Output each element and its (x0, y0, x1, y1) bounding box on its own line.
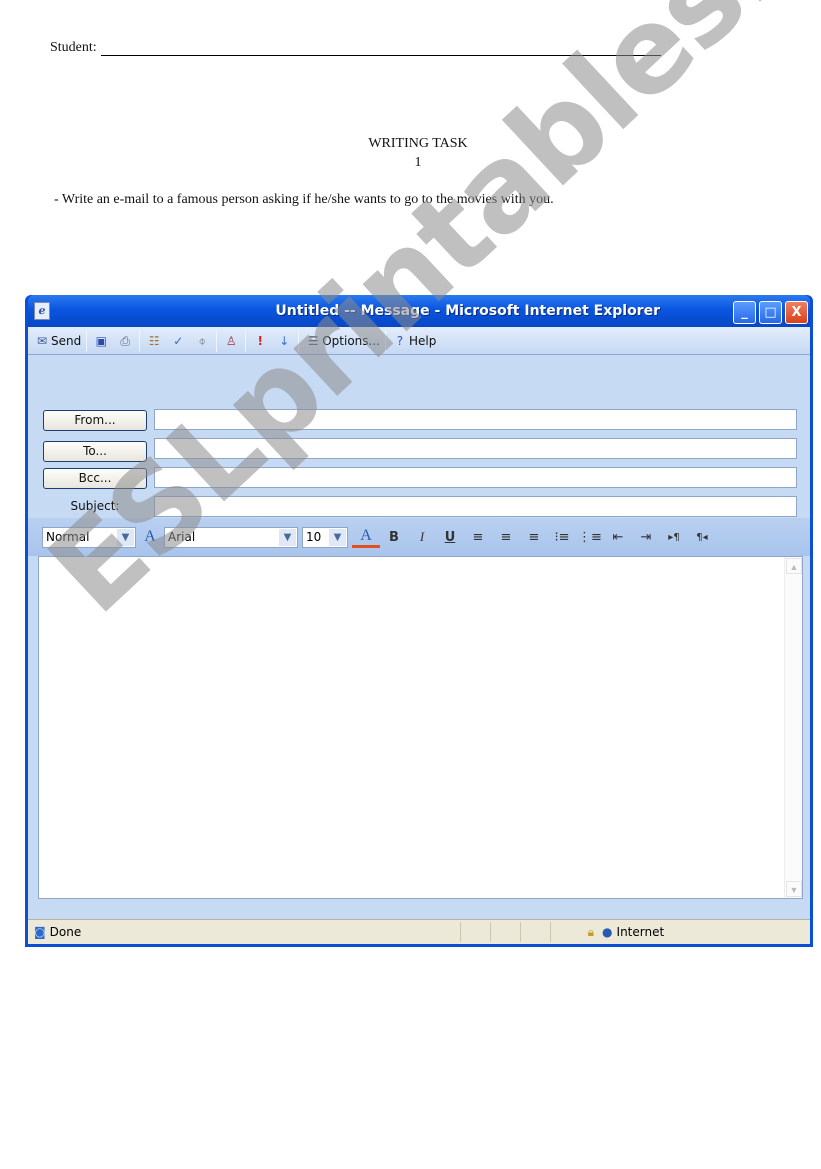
bcc-button[interactable]: Bcc... (43, 468, 147, 489)
help-button[interactable]: ? Help (388, 329, 439, 353)
subject-field[interactable] (154, 496, 797, 517)
task-instruction: - Write an e-mail to a famous person ask… (54, 192, 554, 207)
options-button[interactable]: ☰ Options... (301, 329, 383, 353)
subject-label: Subject: (70, 499, 120, 513)
chevron-down-icon[interactable]: ▼ (279, 528, 296, 546)
align-center-icon[interactable]: ≡ (492, 530, 520, 545)
spellcheck-button[interactable]: ✓ (166, 329, 190, 353)
send-button[interactable]: ✉ Send (30, 329, 84, 353)
task-heading: WRITING TASK 1 (0, 134, 821, 172)
help-icon: ? (396, 333, 404, 348)
toolbar-separator (298, 329, 300, 352)
window-title: Untitled -- Message - Microsoft Internet… (275, 303, 660, 319)
page-icon: ◙ (34, 925, 46, 939)
chevron-down-icon[interactable]: ▼ (329, 528, 346, 546)
options-icon: ☰ (307, 333, 319, 348)
font-value: Arial (168, 530, 196, 544)
scroll-up-icon[interactable]: ▲ (786, 558, 802, 574)
size-value: 10 (306, 530, 322, 544)
address-book-icon: ☷ (148, 333, 160, 348)
ltr-paragraph-icon[interactable]: ▸¶ (660, 532, 688, 543)
minimize-button[interactable]: _ (733, 301, 756, 324)
numbered-list-icon[interactable]: ⋮≡ (576, 530, 604, 545)
toolbar-separator (245, 329, 247, 352)
message-body-editor[interactable]: ▲ ▼ (38, 556, 803, 899)
scroll-down-icon[interactable]: ▼ (786, 881, 802, 897)
zone-text: Internet (616, 925, 665, 939)
to-button[interactable]: To... (43, 441, 147, 462)
status-bar: ◙ Done 🔒︎ ● Internet (28, 919, 810, 944)
lock-icon: 🔒︎ (587, 924, 595, 939)
bcc-field[interactable] (154, 467, 797, 488)
style-select[interactable]: Normal ▼ (42, 526, 136, 548)
style-value: Normal (46, 530, 90, 544)
status-cell (489, 922, 520, 942)
italic-button[interactable]: I (408, 529, 436, 545)
font-icon[interactable]: A (136, 528, 164, 546)
underline-button[interactable]: U (436, 530, 464, 545)
decrease-indent-icon[interactable]: ⇤ (604, 530, 632, 545)
toolbar-separator (216, 329, 218, 352)
send-icon: ✉ (36, 333, 48, 348)
align-right-icon[interactable]: ≡ (520, 530, 548, 545)
low-priority-icon: ↓ (279, 333, 290, 348)
title-bar[interactable]: ℯ Untitled -- Message - Microsoft Intern… (28, 295, 810, 327)
rtl-paragraph-icon[interactable]: ¶◂ (688, 532, 716, 543)
from-field[interactable] (154, 409, 797, 430)
task-number: 1 (414, 155, 422, 170)
to-field[interactable] (154, 438, 797, 459)
toolbar-separator (384, 329, 386, 352)
maximize-button[interactable]: □ (759, 301, 782, 324)
increase-indent-icon[interactable]: ⇥ (632, 530, 660, 545)
help-label: Help (408, 333, 437, 348)
size-select[interactable]: 10 ▼ (302, 526, 348, 548)
student-name-line[interactable] (100, 38, 661, 56)
window-client: ✉ Send ▣ ⎙ ☷ ✓ ⌽ ♙ ! ↓ ☰ Options... ? He… (28, 327, 810, 944)
low-priority-button[interactable]: ↓ (272, 329, 296, 353)
close-button[interactable]: X (785, 301, 808, 324)
bullet-list-icon[interactable]: ⁝≡ (548, 530, 576, 545)
print-button[interactable]: ⎙ (113, 329, 137, 353)
globe-icon: ● (602, 925, 613, 939)
attach-button[interactable]: ⌽ (190, 329, 214, 353)
status-cell (519, 922, 550, 942)
send-label: Send (51, 333, 82, 348)
print-icon: ⎙ (120, 333, 131, 348)
address-book-button[interactable]: ☷ (142, 329, 166, 353)
vertical-scrollbar[interactable]: ▲ ▼ (784, 557, 802, 898)
align-left-icon[interactable]: ≡ (464, 530, 492, 545)
attach-icon: ⌽ (198, 333, 206, 348)
status-cell (459, 922, 490, 942)
check-names-icon: ♙ (225, 333, 237, 348)
task-title: WRITING TASK (368, 136, 468, 151)
options-label: Options... (322, 333, 380, 348)
format-toolbar: Normal ▼ A Arial ▼ 10 ▼ A B I U ≡ ≡ ≡ ⁝≡… (28, 518, 810, 556)
high-priority-button[interactable]: ! (248, 329, 272, 353)
toolbar-separator (86, 329, 88, 352)
spellcheck-icon: ✓ (173, 333, 184, 348)
student-row: Student: (50, 38, 661, 56)
message-header: From... To... Bcc... Subject: Attachment… (28, 355, 810, 546)
main-toolbar: ✉ Send ▣ ⎙ ☷ ✓ ⌽ ♙ ! ↓ ☰ Options... ? He… (28, 327, 810, 355)
high-priority-icon: ! (257, 333, 263, 348)
from-button[interactable]: From... (43, 410, 147, 431)
chevron-down-icon[interactable]: ▼ (117, 528, 134, 546)
bold-button[interactable]: B (380, 530, 408, 545)
save-button[interactable]: ▣ (89, 329, 113, 353)
student-label: Student: (50, 40, 97, 55)
font-select[interactable]: Arial ▼ (164, 526, 298, 548)
save-icon: ▣ (95, 333, 107, 348)
check-names-button[interactable]: ♙ (219, 329, 243, 353)
status-text: Done (49, 925, 82, 939)
font-color-icon[interactable]: A (352, 527, 380, 548)
status-cell (549, 922, 580, 942)
toolbar-separator (139, 329, 141, 352)
message-window: ℯ Untitled -- Message - Microsoft Intern… (25, 295, 813, 947)
